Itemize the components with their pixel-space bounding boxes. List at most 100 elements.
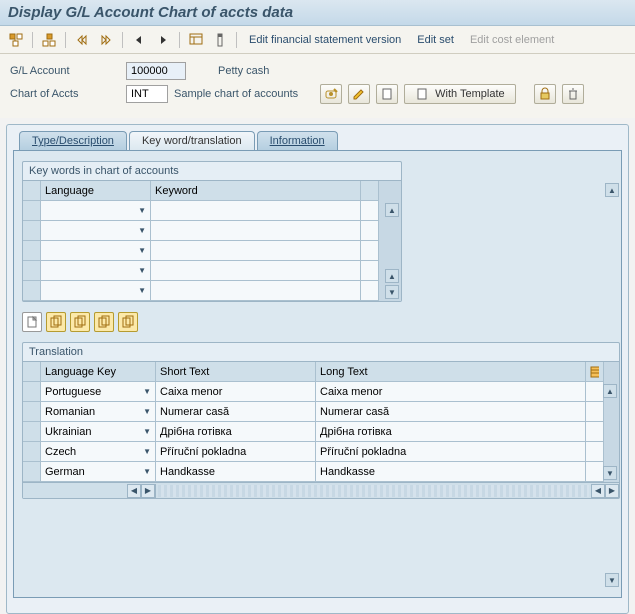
language-cell[interactable]: ▼ — [41, 241, 151, 261]
language-cell[interactable]: ▼ — [41, 281, 151, 301]
toolbar-separator — [32, 32, 33, 48]
language-key-cell[interactable]: Portuguese▼ — [41, 382, 156, 402]
edit-set-link[interactable]: Edit set — [411, 34, 460, 46]
row-header[interactable] — [23, 221, 41, 241]
short-text-cell[interactable]: Handkasse — [156, 462, 316, 482]
row-header[interactable] — [23, 201, 41, 221]
grid-corner[interactable] — [23, 181, 41, 201]
row-header[interactable] — [23, 281, 41, 301]
column-language[interactable]: Language — [41, 181, 151, 201]
short-text-cell[interactable]: Caixa menor — [156, 382, 316, 402]
chevron-down-icon: ▼ — [138, 266, 146, 275]
table-row: ▼ — [23, 241, 401, 261]
keyword-cell[interactable] — [151, 241, 361, 261]
row-header[interactable] — [23, 402, 41, 422]
grid-settings-button[interactable] — [586, 362, 604, 382]
scroll-down-button[interactable]: ▼ — [385, 285, 399, 299]
long-text-cell[interactable]: Дрібна готівка — [316, 422, 586, 442]
prev-icon[interactable] — [129, 30, 149, 50]
long-text-cell[interactable]: Příruční pokladna — [316, 442, 586, 462]
nav-first-icon[interactable] — [72, 30, 92, 50]
language-key-cell[interactable]: Ukrainian▼ — [41, 422, 156, 442]
column-long-text[interactable]: Long Text — [316, 362, 586, 382]
hierarchy2-icon[interactable] — [39, 30, 59, 50]
tab-key-word-translation[interactable]: Key word/translation — [129, 131, 255, 150]
gl-account-input[interactable] — [126, 62, 186, 80]
language-cell[interactable]: ▼ — [41, 201, 151, 221]
palette-copy-icon[interactable] — [46, 312, 66, 332]
hscroll-track[interactable] — [158, 485, 589, 497]
new-button[interactable] — [376, 84, 398, 104]
lock-button[interactable] — [534, 84, 556, 104]
tab-type-description[interactable]: Type/Description — [19, 131, 127, 150]
info-icon[interactable] — [210, 30, 230, 50]
palette-new-icon[interactable] — [22, 312, 42, 332]
short-text-cell[interactable]: Numerar casă — [156, 402, 316, 422]
language-cell[interactable]: ▼ — [41, 221, 151, 241]
table-row: Czech▼Příruční pokladnaPříruční pokladna — [23, 442, 619, 462]
palette-toolbar — [22, 312, 613, 332]
layout-icon[interactable] — [186, 30, 206, 50]
edit-financial-link[interactable]: Edit financial statement version — [243, 34, 407, 46]
long-text-cell[interactable]: Numerar casă — [316, 402, 586, 422]
form-area: G/L Account Petty cash Chart of Accts Sa… — [0, 54, 635, 118]
row-header[interactable] — [23, 442, 41, 462]
hscroll-right-button[interactable]: ▶ — [141, 484, 155, 498]
panel-scrollbar[interactable]: ▲ ▼ — [605, 183, 619, 587]
toolbar-separator — [122, 32, 123, 48]
scroll-up2-button[interactable]: ▲ — [385, 269, 399, 283]
language-cell[interactable]: ▼ — [41, 261, 151, 281]
language-key-cell[interactable]: Romanian▼ — [41, 402, 156, 422]
chevron-down-icon: ▼ — [138, 226, 146, 235]
scroll-up-button[interactable]: ▲ — [385, 203, 399, 217]
long-text-cell[interactable]: Handkasse — [316, 462, 586, 482]
table-row: German▼HandkasseHandkasse — [23, 462, 619, 482]
hscroll-left-button[interactable]: ◀ — [127, 484, 141, 498]
table-row: Ukrainian▼Дрібна готівкаДрібна готівка — [23, 422, 619, 442]
chevron-down-icon: ▼ — [143, 447, 151, 456]
row-spacer — [361, 241, 379, 261]
next-icon[interactable] — [153, 30, 173, 50]
hierarchy-icon[interactable] — [6, 30, 26, 50]
tab-information[interactable]: Information — [257, 131, 338, 150]
edit-button[interactable] — [348, 84, 370, 104]
keyword-cell[interactable] — [151, 221, 361, 241]
row-header[interactable] — [23, 382, 41, 402]
table-row: Portuguese▼Caixa menorCaixa menor — [23, 382, 619, 402]
delete-button[interactable] — [562, 84, 584, 104]
keyword-cell[interactable] — [151, 281, 361, 301]
row-header[interactable] — [23, 422, 41, 442]
palette-cut-icon[interactable] — [70, 312, 90, 332]
row-spacer — [586, 422, 604, 442]
language-key-cell[interactable]: German▼ — [41, 462, 156, 482]
hscroll-left2-button[interactable]: ◀ — [591, 484, 605, 498]
short-text-cell[interactable]: Příruční pokladna — [156, 442, 316, 462]
toolbar-separator — [65, 32, 66, 48]
display-change-button[interactable] — [320, 84, 342, 104]
row-spacer — [586, 462, 604, 482]
row-header[interactable] — [23, 261, 41, 281]
short-text-cell[interactable]: Дрібна готівка — [156, 422, 316, 442]
panel-scroll-up-button[interactable]: ▲ — [605, 183, 619, 197]
language-key-cell[interactable]: Czech▼ — [41, 442, 156, 462]
nav-last-icon[interactable] — [96, 30, 116, 50]
column-keyword[interactable]: Keyword — [151, 181, 361, 201]
toolbar-separator — [236, 32, 237, 48]
column-language-key[interactable]: Language Key — [41, 362, 156, 382]
horizontal-scrollbar[interactable]: ◀ ▶ ◀ ▶ — [23, 482, 619, 498]
panel-scroll-down-button[interactable]: ▼ — [605, 573, 619, 587]
translation-group: Translation Language Key Short Text Long… — [22, 342, 620, 499]
keyword-cell[interactable] — [151, 201, 361, 221]
row-header[interactable] — [23, 462, 41, 482]
palette-paste-icon[interactable] — [94, 312, 114, 332]
table-row: ▼ — [23, 221, 401, 241]
palette-paste2-icon[interactable] — [118, 312, 138, 332]
chart-accts-input[interactable] — [126, 85, 168, 103]
keyword-cell[interactable] — [151, 261, 361, 281]
long-text-cell[interactable]: Caixa menor — [316, 382, 586, 402]
toolbar-separator — [179, 32, 180, 48]
row-header[interactable] — [23, 241, 41, 261]
column-short-text[interactable]: Short Text — [156, 362, 316, 382]
grid-corner[interactable] — [23, 362, 41, 382]
with-template-button[interactable]: With Template — [404, 84, 516, 104]
